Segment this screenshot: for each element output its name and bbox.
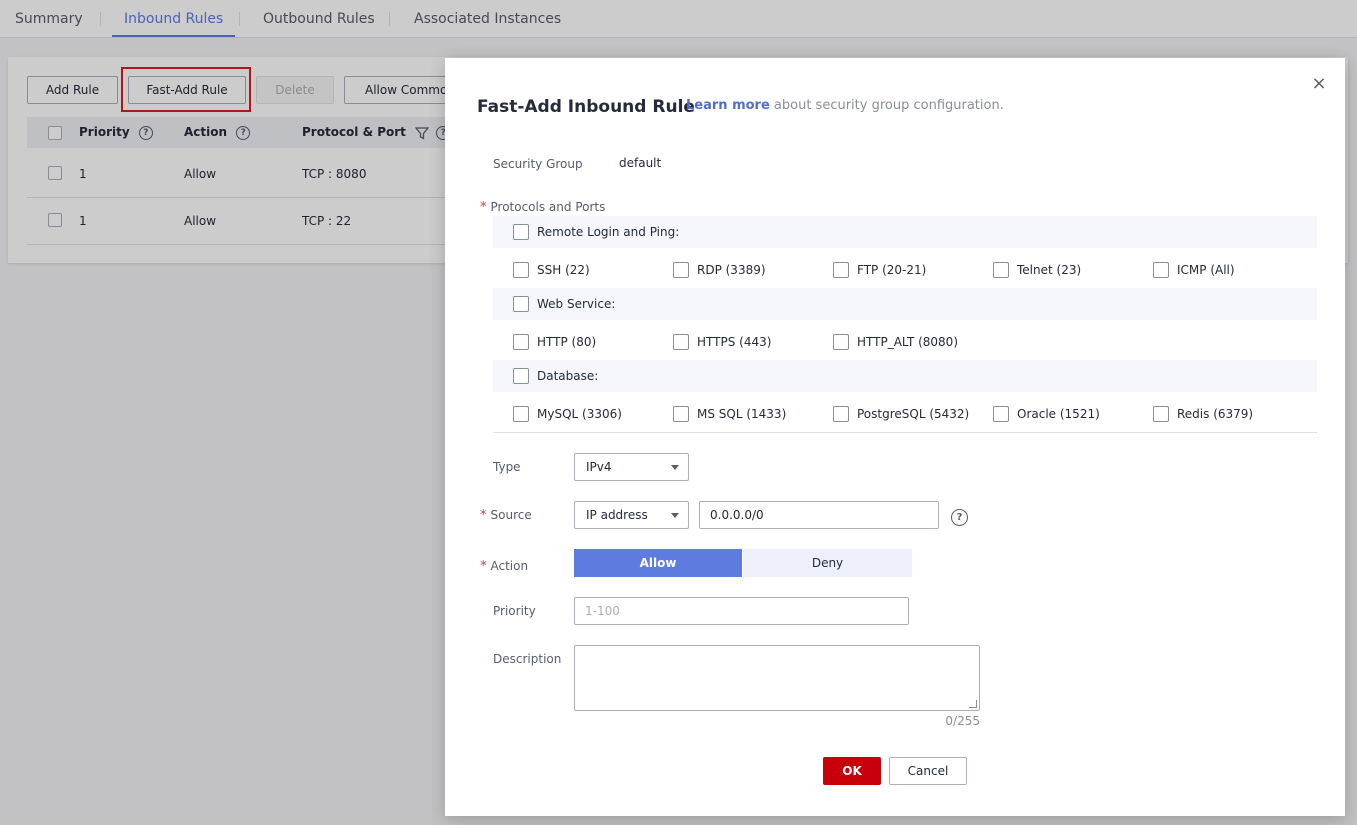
close-icon[interactable]: × bbox=[1311, 74, 1327, 94]
checkbox-box bbox=[673, 406, 689, 422]
checkbox-box bbox=[513, 368, 529, 384]
checkbox-label: FTP (20-21) bbox=[857, 263, 927, 277]
checkbox-label: RDP (3389) bbox=[697, 263, 766, 277]
priority-label: Priority bbox=[493, 604, 536, 618]
chevron-down-icon bbox=[671, 465, 679, 470]
group-label: Database: bbox=[537, 369, 599, 383]
section-divider bbox=[493, 432, 1317, 433]
checkbox-box bbox=[993, 406, 1009, 422]
action-deny-button[interactable]: Deny bbox=[743, 549, 912, 577]
group-web-service-header: Web Service: bbox=[493, 288, 1317, 320]
help-icon[interactable]: ? bbox=[951, 509, 968, 526]
group-database-header: Database: bbox=[493, 360, 1317, 392]
dialog-subtitle-text: about security group configuration. bbox=[769, 98, 1004, 113]
source-label: * Source bbox=[480, 508, 532, 523]
checkbox-label: MS SQL (1433) bbox=[697, 407, 787, 421]
checkbox-label: Redis (6379) bbox=[1177, 407, 1254, 421]
type-select[interactable]: IPv4 bbox=[574, 453, 689, 481]
description-counter: 0/255 bbox=[945, 714, 980, 728]
checkbox-box bbox=[513, 262, 529, 278]
checkbox-box bbox=[833, 334, 849, 350]
fast-add-inbound-rule-dialog: Fast-Add Inbound Rule Learn more about s… bbox=[445, 58, 1345, 816]
checkbox-box bbox=[993, 262, 1009, 278]
action-label: * Action bbox=[480, 559, 528, 574]
checkbox-label: ICMP (All) bbox=[1177, 263, 1235, 277]
checkbox-label: HTTP_ALT (8080) bbox=[857, 335, 958, 349]
checkbox-label: MySQL (3306) bbox=[537, 407, 622, 421]
required-mark: * bbox=[480, 200, 487, 215]
checkbox-box bbox=[673, 262, 689, 278]
action-label-text: Action bbox=[490, 559, 529, 573]
group-label: Remote Login and Ping: bbox=[537, 225, 680, 239]
checkbox-box bbox=[1153, 262, 1169, 278]
required-mark: * bbox=[480, 508, 487, 523]
checkbox-label: HTTP (80) bbox=[537, 335, 597, 349]
checkbox-label: HTTPS (443) bbox=[697, 335, 772, 349]
protocols-ports-label: * Protocols and Ports bbox=[480, 200, 605, 215]
description-textarea[interactable] bbox=[574, 645, 980, 711]
type-label: Type bbox=[493, 460, 521, 474]
checkbox-box bbox=[1153, 406, 1169, 422]
type-select-value: IPv4 bbox=[586, 460, 612, 474]
cancel-button[interactable]: Cancel bbox=[889, 757, 967, 785]
source-ip-input[interactable]: 0.0.0.0/0 bbox=[699, 501, 939, 529]
required-mark: * bbox=[480, 559, 487, 574]
protocols-ports-label-text: Protocols and Ports bbox=[490, 200, 606, 214]
security-group-value: default bbox=[619, 156, 662, 170]
resize-handle-icon[interactable] bbox=[969, 700, 977, 708]
learn-more-link[interactable]: Learn more bbox=[686, 98, 770, 113]
checkbox-box bbox=[513, 406, 529, 422]
checkbox-box bbox=[513, 224, 529, 240]
checkbox-box bbox=[833, 406, 849, 422]
checkbox-label: Telnet (23) bbox=[1017, 263, 1082, 277]
checkbox-label: SSH (22) bbox=[537, 263, 590, 277]
checkbox-label: PostgreSQL (5432) bbox=[857, 407, 970, 421]
source-type-select[interactable]: IP address bbox=[574, 501, 689, 529]
ok-button[interactable]: OK bbox=[823, 757, 881, 785]
checkbox-box bbox=[833, 262, 849, 278]
security-group-label: Security Group bbox=[493, 157, 583, 171]
description-label: Description bbox=[493, 652, 562, 666]
dialog-subtitle: Learn more about security group configur… bbox=[686, 98, 1004, 113]
action-allow-button[interactable]: Allow bbox=[574, 549, 742, 577]
dialog-title: Fast-Add Inbound Rule bbox=[477, 97, 695, 117]
group-label: Web Service: bbox=[537, 297, 616, 311]
checkbox-box bbox=[673, 334, 689, 350]
group-remote-login-header: Remote Login and Ping: bbox=[493, 216, 1317, 248]
source-type-value: IP address bbox=[586, 508, 648, 522]
checkbox-label: Oracle (1521) bbox=[1017, 407, 1100, 421]
priority-input[interactable]: 1-100 bbox=[574, 597, 909, 625]
checkbox-box bbox=[513, 334, 529, 350]
chevron-down-icon bbox=[671, 513, 679, 518]
source-label-text: Source bbox=[490, 508, 532, 522]
checkbox-box bbox=[513, 296, 529, 312]
